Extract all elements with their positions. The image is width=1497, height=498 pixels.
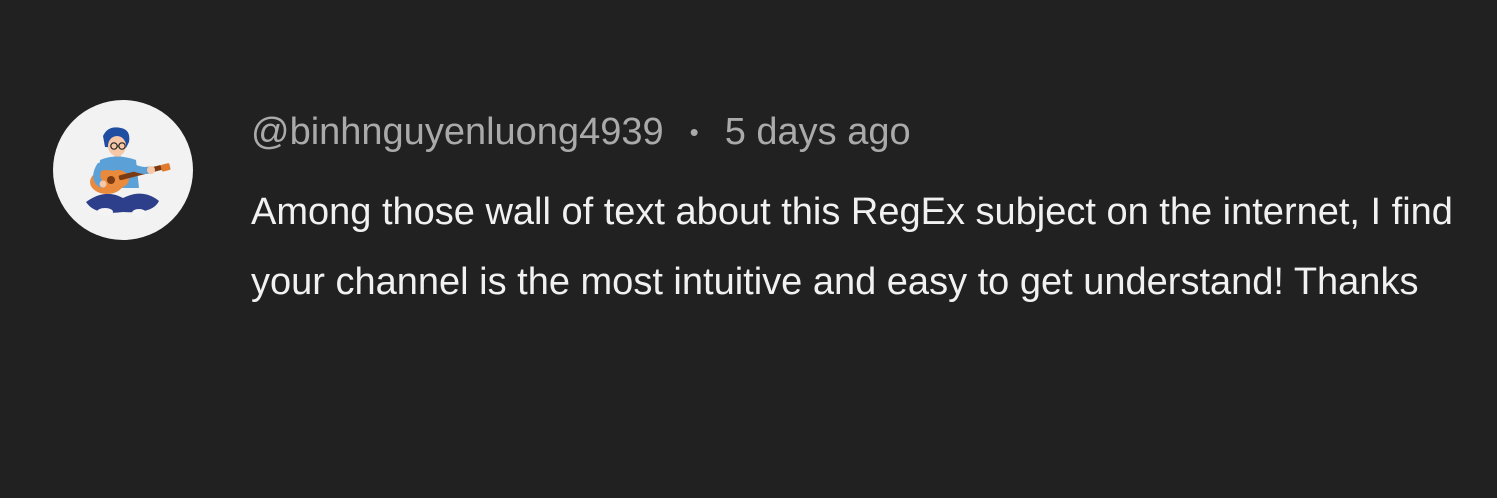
author-name-link[interactable]: @binhnguyenluong4939	[251, 108, 664, 156]
comment-body: @binhnguyenluong4939 • 5 days ago Among …	[251, 108, 1471, 317]
author-avatar[interactable]	[53, 100, 193, 240]
guitar-player-avatar-icon	[86, 127, 171, 217]
comment-thread-item: @binhnguyenluong4939 • 5 days ago Among …	[0, 0, 1497, 498]
comment-text: Among those wall of text about this RegE…	[251, 191, 1453, 303]
comment-timestamp-link[interactable]: 5 days ago	[725, 108, 911, 156]
comment-header: @binhnguyenluong4939 • 5 days ago	[251, 108, 1471, 156]
separator-dot: •	[689, 117, 699, 147]
